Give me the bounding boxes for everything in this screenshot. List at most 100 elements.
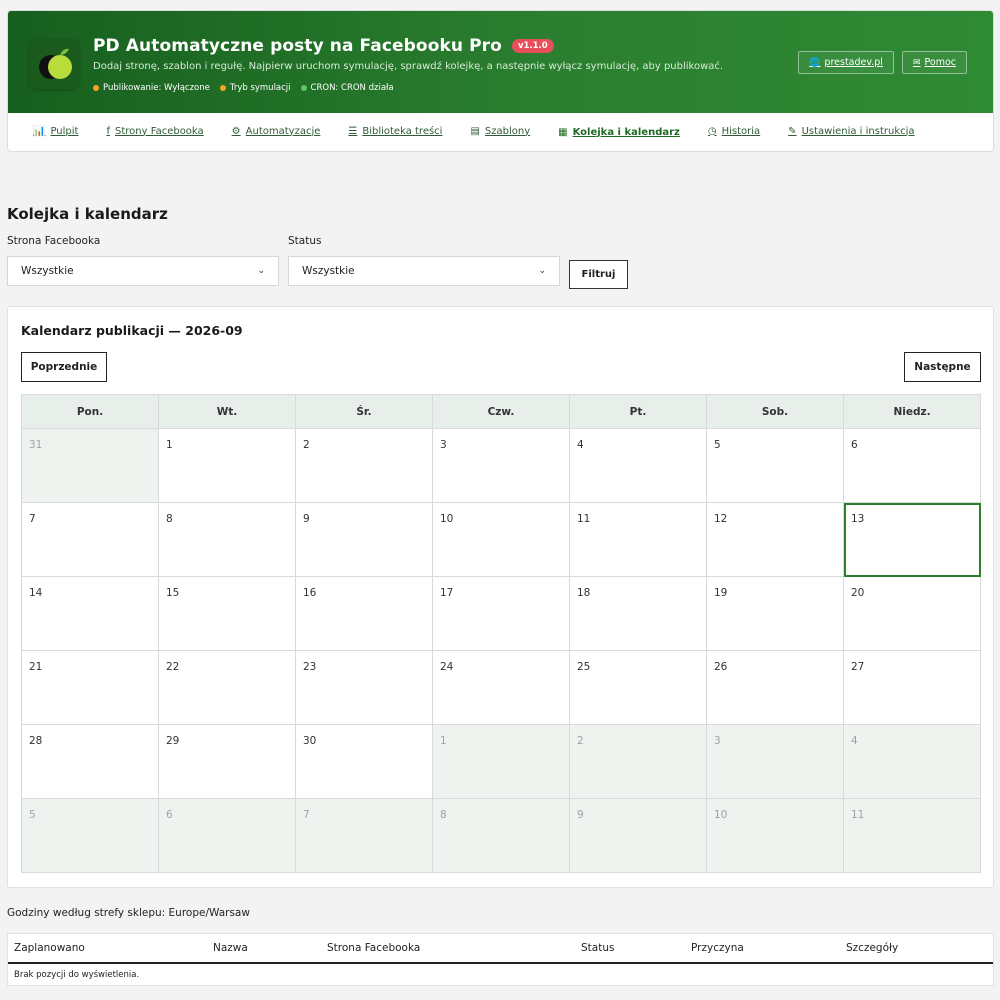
- filter-button[interactable]: Filtruj: [569, 260, 628, 289]
- day-number: 30: [303, 735, 317, 747]
- page-filter-select[interactable]: Wszystkie ⌄: [7, 256, 279, 286]
- day-number: 7: [29, 513, 36, 525]
- module-subtitle: Dodaj stronę, szablon i regułę. Najpierw…: [93, 61, 724, 72]
- next-month-button[interactable]: Następne: [904, 352, 981, 382]
- status-item: Tryb symulacji: [219, 83, 291, 93]
- status-item: CRON: CRON działa: [300, 83, 394, 93]
- tab-list[interactable]: ☰ Biblioteka treści: [334, 113, 456, 151]
- calendar-day[interactable]: 8: [433, 799, 570, 873]
- calendar-day[interactable]: 11: [844, 799, 981, 873]
- column-header[interactable]: Szczegóły: [846, 942, 898, 954]
- calendar-day[interactable]: 25: [570, 651, 707, 725]
- calendar-day[interactable]: 10: [433, 503, 570, 577]
- calendar-day[interactable]: 9: [296, 503, 433, 577]
- calendar-day[interactable]: 3: [707, 725, 844, 799]
- calendar-day[interactable]: 7: [22, 503, 159, 577]
- status-label: Tryb symulacji: [229, 83, 291, 93]
- column-header[interactable]: Strona Facebooka: [327, 942, 420, 954]
- column-header[interactable]: Zaplanowano: [14, 942, 85, 954]
- tab-label: Ustawienia i instrukcja: [801, 125, 915, 137]
- calendar-day[interactable]: 23: [296, 651, 433, 725]
- calendar-day[interactable]: 18: [570, 577, 707, 651]
- tab-bar-chart[interactable]: 📊 Pulpit: [19, 113, 92, 151]
- calendar-day[interactable]: 15: [159, 577, 296, 651]
- calendar-day[interactable]: 2: [570, 725, 707, 799]
- calendar-day[interactable]: 31: [22, 429, 159, 503]
- header-link-label: prestadev.pl: [824, 57, 883, 68]
- day-number: 8: [440, 809, 447, 821]
- day-number: 11: [577, 513, 591, 525]
- calendar-day[interactable]: 4: [570, 429, 707, 503]
- calendar-day[interactable]: 29: [159, 725, 296, 799]
- calendar-day[interactable]: 30: [296, 725, 433, 799]
- calendar-day[interactable]: 6: [844, 429, 981, 503]
- prestadev-link-button[interactable]: 🌐 prestadev.pl: [798, 51, 894, 74]
- timezone-note: Godziny według strefy sklepu: Europe/War…: [7, 907, 250, 919]
- calendar-day[interactable]: 4: [844, 725, 981, 799]
- calendar-day[interactable]: 11: [570, 503, 707, 577]
- day-number: 4: [851, 735, 858, 747]
- day-number: 28: [29, 735, 43, 747]
- tab-file[interactable]: ▤ Szablony: [456, 113, 544, 151]
- column-header[interactable]: Nazwa: [213, 942, 248, 954]
- calendar-day[interactable]: 5: [707, 429, 844, 503]
- calendar-day-today[interactable]: 13: [844, 503, 981, 577]
- day-number: 2: [577, 735, 584, 747]
- weekday-header: Pon.: [22, 395, 159, 429]
- calendar-day[interactable]: 19: [707, 577, 844, 651]
- calendar-day[interactable]: 6: [159, 799, 296, 873]
- day-number: 24: [440, 661, 454, 673]
- prev-month-button[interactable]: Poprzednie: [21, 352, 107, 382]
- day-number: 20: [851, 587, 865, 599]
- help-button[interactable]: ✉ Pomoc: [901, 51, 967, 74]
- tab-label: Biblioteka treści: [362, 125, 443, 137]
- calendar-day[interactable]: 26: [707, 651, 844, 725]
- tab-calendar[interactable]: ▦ Kolejka i kalendarz: [544, 113, 694, 151]
- calendar-day[interactable]: 9: [570, 799, 707, 873]
- day-number: 22: [166, 661, 180, 673]
- day-number: 13: [851, 513, 865, 525]
- day-number: 11: [851, 809, 865, 821]
- calendar-day[interactable]: 14: [22, 577, 159, 651]
- calendar-day[interactable]: 21: [22, 651, 159, 725]
- weekday-header: Czw.: [433, 395, 570, 429]
- day-number: 23: [303, 661, 317, 673]
- day-number: 7: [303, 809, 310, 821]
- status-dot-icon: [93, 85, 99, 91]
- status-filter-select[interactable]: Wszystkie ⌄: [288, 256, 560, 286]
- day-number: 17: [440, 587, 454, 599]
- calendar-day[interactable]: 1: [433, 725, 570, 799]
- calendar-day[interactable]: 22: [159, 651, 296, 725]
- module-title: PD Automatyczne posty na Facebooku Pro: [93, 36, 502, 56]
- column-header[interactable]: Status: [581, 942, 614, 954]
- wrench-icon: ✎: [788, 125, 797, 137]
- calendar-day[interactable]: 5: [22, 799, 159, 873]
- calendar-day[interactable]: 17: [433, 577, 570, 651]
- calendar-day[interactable]: 28: [22, 725, 159, 799]
- status-label: Publikowanie: Wyłączone: [103, 83, 210, 93]
- calendar-day[interactable]: 8: [159, 503, 296, 577]
- globe-icon: 🌐: [809, 57, 821, 68]
- calendar-day[interactable]: 20: [844, 577, 981, 651]
- tab-wrench[interactable]: ✎ Ustawienia i instrukcja: [774, 113, 928, 151]
- tab-facebook[interactable]: f Strony Facebooka: [92, 113, 217, 151]
- calendar-day[interactable]: 3: [433, 429, 570, 503]
- calendar-day[interactable]: 7: [296, 799, 433, 873]
- calendar-day[interactable]: 2: [296, 429, 433, 503]
- calendar-day[interactable]: 24: [433, 651, 570, 725]
- calendar-day[interactable]: 10: [707, 799, 844, 873]
- calendar-day[interactable]: 16: [296, 577, 433, 651]
- tab-label: Historia: [721, 125, 761, 137]
- tab-clock[interactable]: ◷ Historia: [694, 113, 774, 151]
- calendar-day[interactable]: 12: [707, 503, 844, 577]
- calendar-day[interactable]: 1: [159, 429, 296, 503]
- calendar-grid: Pon. Wt. Śr. Czw. Pt. Sob. Niedz. 31 1 2 3 4 5 6 7 8 9 10…: [21, 394, 981, 873]
- tab-cogs[interactable]: ⚙ Automatyzacje: [218, 113, 335, 151]
- column-header[interactable]: Przyczyna: [691, 942, 744, 954]
- status-filter-value: Wszystkie: [302, 265, 355, 277]
- day-number: 6: [166, 809, 173, 821]
- day-number: 21: [29, 661, 43, 673]
- chevron-down-icon: ⌄: [257, 266, 265, 276]
- day-number: 4: [577, 439, 584, 451]
- calendar-day[interactable]: 27: [844, 651, 981, 725]
